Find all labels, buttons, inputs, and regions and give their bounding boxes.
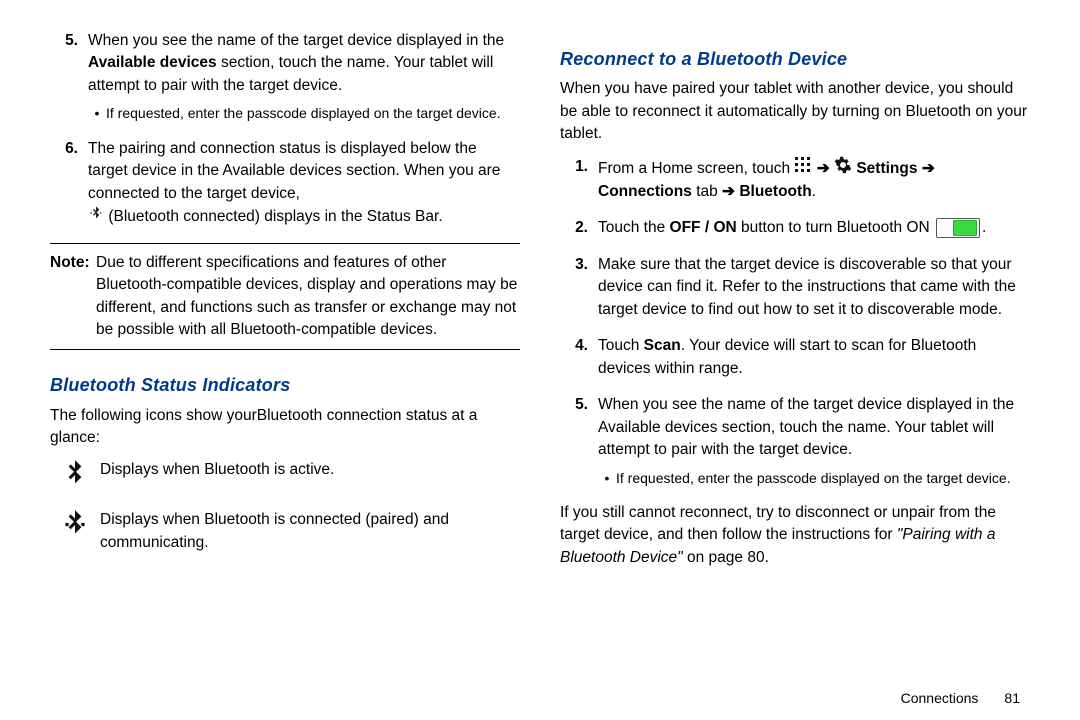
left-steps-continued: 5. When you see the name of the target d…: [50, 30, 520, 229]
reconnect-step-1: 1. From a Home screen, touch ➔ Settings …: [560, 156, 1030, 204]
note-text: Due to different specifications and feat…: [96, 252, 520, 342]
page-footer: Connections 81: [901, 688, 1020, 708]
note-block: Note: Due to different specifications an…: [50, 243, 520, 351]
indicator-active: Displays when Bluetooth is active.: [50, 459, 520, 491]
note-label: Note:: [50, 252, 96, 342]
arrow-icon: ➔: [922, 159, 935, 176]
footer-section: Connections: [901, 688, 979, 708]
bluetooth-connected-icon: [50, 509, 100, 541]
toggle-on-icon: [936, 218, 980, 238]
bluetooth-connected-icon: [88, 205, 104, 228]
reconnect-outro: If you still cannot reconnect, try to di…: [560, 502, 1030, 569]
reconnect-steps: 1. From a Home screen, touch ➔ Settings …: [560, 156, 1030, 488]
manual-page: 5. When you see the name of the target d…: [0, 0, 1080, 690]
reconnect-step-2: 2. Touch the OFF / ON button to turn Blu…: [560, 217, 1030, 239]
bluetooth-icon: [50, 459, 100, 491]
heading-bt-indicators: Bluetooth Status Indicators: [50, 372, 520, 398]
step-6: 6. The pairing and connection status is …: [50, 138, 520, 229]
heading-reconnect: Reconnect to a Bluetooth Device: [560, 46, 1030, 72]
reconnect-step-5-bullet: • If requested, enter the passcode displ…: [598, 468, 1030, 488]
apps-grid-icon: [794, 156, 812, 181]
step-5-bullet: • If requested, enter the passcode displ…: [88, 103, 520, 123]
reconnect-step-4: 4. Touch Scan. Your device will start to…: [560, 335, 1030, 380]
reconnect-step-5: 5. When you see the name of the target d…: [560, 394, 1030, 488]
reconnect-step-3: 3. Make sure that the target device is d…: [560, 254, 1030, 321]
footer-page-number: 81: [1004, 688, 1020, 708]
arrow-icon: ➔: [722, 183, 739, 200]
step-5: 5. When you see the name of the target d…: [50, 30, 520, 124]
gear-icon: [834, 156, 852, 181]
indicators-intro: The following icons show yourBluetooth c…: [50, 405, 520, 450]
arrow-icon: ➔: [817, 159, 834, 176]
reconnect-intro: When you have paired your tablet with an…: [560, 78, 1030, 145]
indicator-connected: Displays when Bluetooth is connected (pa…: [50, 509, 520, 554]
